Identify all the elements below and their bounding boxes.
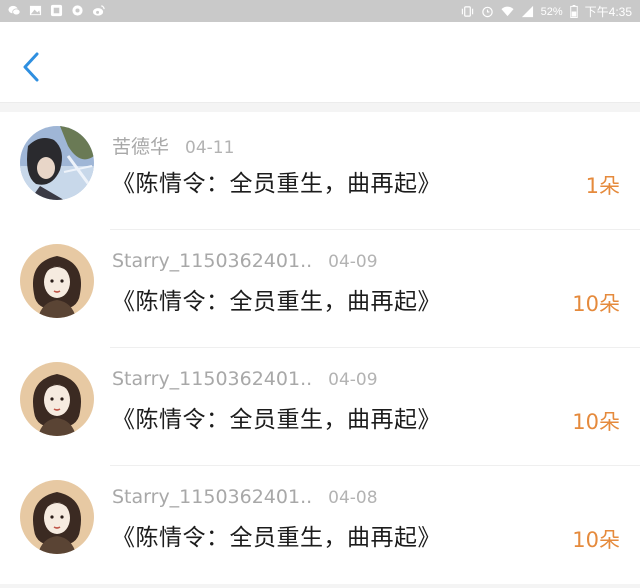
flower-count: 1朵 bbox=[585, 174, 620, 198]
sender-info: Starry_1150362401.. 04-09 bbox=[112, 250, 378, 272]
clock: 下午4:35 bbox=[584, 5, 632, 19]
system-icons: 52% 下午4:35 bbox=[461, 3, 632, 20]
sender-info: Starry_1150362401.. 04-08 bbox=[112, 486, 378, 508]
image-icon bbox=[29, 5, 42, 16]
list-item[interactable]: Starry_1150362401.. 04-08 《陈情令：全员重生，曲再起》 … bbox=[0, 466, 640, 584]
list-item[interactable]: Starry_1150362401.. 04-09 《陈情令：全员重生，曲再起》 … bbox=[0, 230, 640, 348]
book-title: 《陈情令：全员重生，曲再起》 bbox=[112, 289, 441, 315]
username: 苦德华 bbox=[112, 136, 170, 158]
date: 04-08 bbox=[328, 488, 378, 508]
avatar[interactable] bbox=[20, 480, 94, 554]
vibrate-icon bbox=[461, 6, 473, 17]
book-title: 《陈情令：全员重生，曲再起》 bbox=[112, 171, 441, 197]
username: Starry_1150362401.. bbox=[112, 368, 313, 390]
gift-record-list: 苦德华 04-11 《陈情令：全员重生，曲再起》 1朵 Starry_115036… bbox=[0, 112, 640, 584]
chevron-left-icon[interactable] bbox=[18, 50, 48, 84]
signal-icon bbox=[521, 5, 533, 18]
username: Starry_1150362401.. bbox=[112, 486, 313, 508]
top-bar bbox=[0, 22, 640, 103]
date: 04-11 bbox=[185, 138, 235, 158]
sender-info: Starry_1150362401.. 04-09 bbox=[112, 368, 378, 390]
status-bar: 52% 下午4:35 bbox=[0, 0, 640, 22]
flower-count: 10朵 bbox=[572, 410, 620, 434]
flower-count: 10朵 bbox=[572, 528, 620, 552]
book-title: 《陈情令：全员重生，曲再起》 bbox=[112, 407, 441, 433]
app-icon bbox=[50, 4, 63, 17]
list-item[interactable]: 苦德华 04-11 《陈情令：全员重生，曲再起》 1朵 bbox=[0, 112, 640, 230]
date: 04-09 bbox=[328, 252, 378, 272]
notification-icons bbox=[8, 4, 105, 17]
sender-info: 苦德华 04-11 bbox=[112, 132, 234, 159]
wifi-icon bbox=[501, 6, 514, 17]
weibo-icon bbox=[92, 5, 105, 16]
avatar[interactable] bbox=[20, 126, 94, 200]
book-title: 《陈情令：全员重生，曲再起》 bbox=[112, 525, 441, 551]
date: 04-09 bbox=[328, 370, 378, 390]
battery-icon bbox=[569, 5, 578, 18]
avatar[interactable] bbox=[20, 362, 94, 436]
alarm-icon bbox=[481, 6, 493, 18]
flower-count: 10朵 bbox=[572, 292, 620, 316]
username: Starry_1150362401.. bbox=[112, 250, 313, 272]
battery-percent: 52% bbox=[540, 5, 563, 18]
circle-icon bbox=[72, 5, 83, 16]
wechat-icon bbox=[8, 5, 21, 16]
list-item[interactable]: Starry_1150362401.. 04-09 《陈情令：全员重生，曲再起》 … bbox=[0, 348, 640, 466]
avatar[interactable] bbox=[20, 244, 94, 318]
